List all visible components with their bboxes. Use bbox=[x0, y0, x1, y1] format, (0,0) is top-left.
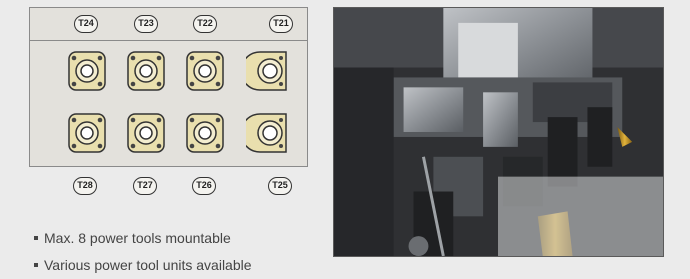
station-label-t21: T21 bbox=[269, 15, 293, 33]
tool-holder-t27 bbox=[126, 112, 166, 154]
tool-holder-t28 bbox=[67, 112, 107, 154]
tool-holder-t26 bbox=[185, 112, 225, 154]
station-label-t23: T23 bbox=[134, 15, 158, 33]
machine-photo bbox=[333, 7, 664, 257]
station-label-t24: T24 bbox=[74, 15, 98, 33]
tool-holder-t25 bbox=[246, 112, 290, 154]
diagram-divider bbox=[30, 40, 307, 41]
station-label-t26: T26 bbox=[192, 177, 216, 195]
tool-holder-t23 bbox=[126, 50, 166, 92]
tool-holder-t22 bbox=[185, 50, 225, 92]
tool-holder-t21 bbox=[246, 50, 290, 92]
tool-holder-t24 bbox=[67, 50, 107, 92]
station-label-t28: T28 bbox=[73, 177, 97, 195]
feature-list: Max. 8 power tools mountable Various pow… bbox=[34, 225, 324, 279]
tool-layout-diagram: T24 T23 T22 T21 bbox=[29, 7, 308, 167]
feature-item: Max. 8 power tools mountable bbox=[34, 225, 324, 252]
feature-item: Various power tool units available bbox=[34, 252, 324, 279]
station-label-t27: T27 bbox=[133, 177, 157, 195]
station-label-t22: T22 bbox=[193, 15, 217, 33]
station-label-t25: T25 bbox=[268, 177, 292, 195]
